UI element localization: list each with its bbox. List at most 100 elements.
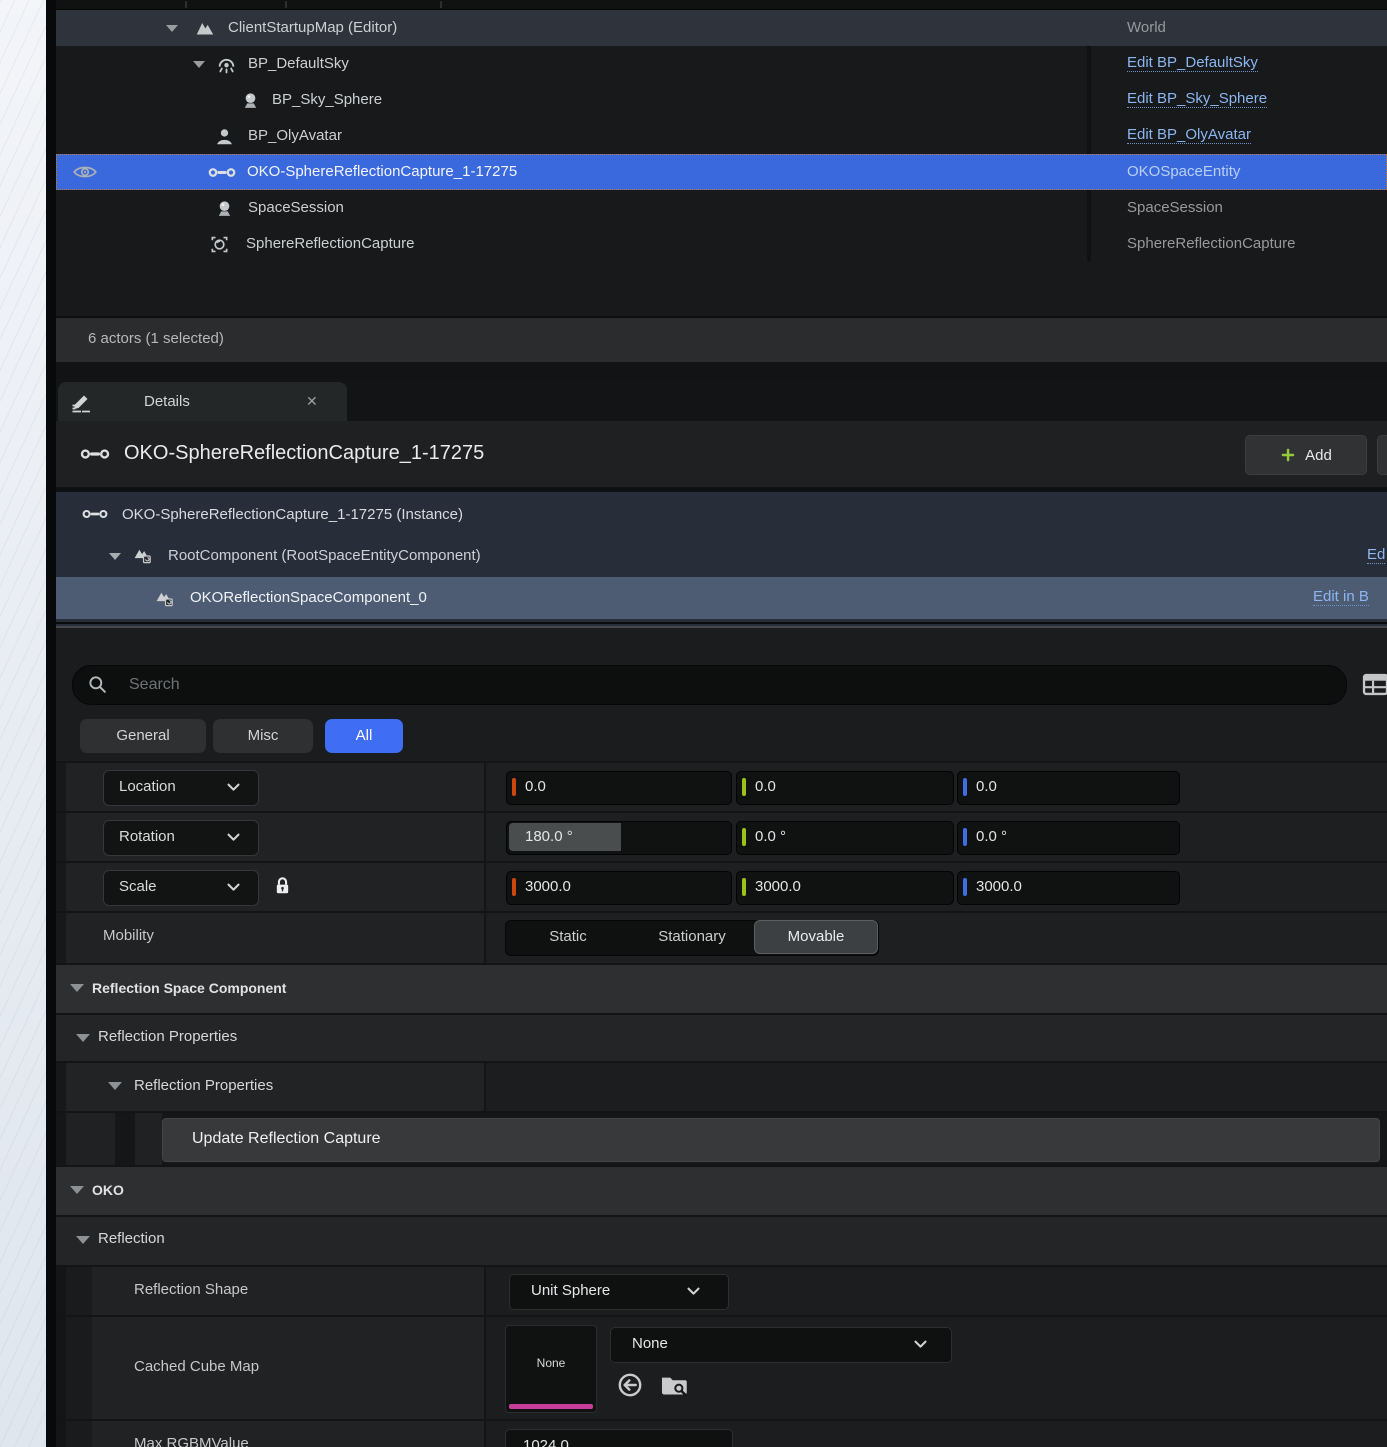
indent-rail — [66, 1267, 92, 1315]
component-icon — [154, 588, 175, 609]
component-row-okoreflectionspacecomponent-selected[interactable]: OKOReflectionSpaceComponent_0 Edit in B — [56, 577, 1387, 619]
column-splitter[interactable] — [484, 1317, 486, 1419]
outliner-row-world[interactable]: ClientStartupMap (Editor) World — [56, 10, 1387, 46]
tab-details[interactable]: Details ✕ — [58, 382, 347, 421]
outliner-row-label: SphereReflectionCapture — [246, 226, 414, 262]
outliner-row-bp-defaultsky[interactable]: BP_DefaultSky Edit BP_DefaultSky — [56, 46, 1387, 82]
outliner-row-label: BP_Sky_Sphere — [272, 82, 382, 118]
section-reflection-space-component[interactable]: Reflection Space Component — [56, 963, 1387, 1013]
browse-icon[interactable] — [660, 1371, 689, 1398]
column-splitter[interactable] — [484, 813, 486, 861]
eye-icon[interactable] — [72, 163, 98, 181]
scale-y-field[interactable]: 3000.0 — [736, 871, 954, 905]
expander-arrow-icon[interactable] — [166, 25, 178, 32]
column-splitter[interactable] — [484, 1421, 486, 1447]
edit-blueprint-link[interactable]: Edit BP_DefaultSky — [1127, 54, 1258, 72]
edit-blueprint-link[interactable]: Edit BP_Sky_Sphere — [1127, 90, 1267, 108]
filter-all-button[interactable]: All — [325, 719, 403, 753]
indent-rail — [56, 1421, 66, 1447]
search-input-container[interactable] — [72, 665, 1347, 705]
rotation-z-field[interactable]: 0.0 ° — [957, 821, 1180, 855]
column-splitter[interactable] — [484, 763, 486, 811]
window-edge — [46, 0, 56, 1447]
outliner-row-bp-olyavatar[interactable]: BP_OlyAvatar Edit BP_OlyAvatar — [56, 118, 1387, 154]
reflection-shape-dropdown[interactable]: Unit Sphere — [509, 1274, 729, 1310]
outliner-row-type: OKOSpaceEntity — [1127, 154, 1240, 190]
scale-z-field[interactable]: 3000.0 — [957, 871, 1180, 905]
cached-cube-map-dropdown[interactable]: None — [610, 1327, 952, 1363]
section-oko[interactable]: OKO — [56, 1165, 1387, 1215]
scale-dropdown-button[interactable]: Scale — [103, 870, 259, 906]
sphere-actor-icon — [214, 198, 235, 219]
level-icon — [194, 18, 216, 40]
section-reflection[interactable]: Reflection — [56, 1215, 1387, 1265]
struct-title: Reflection Properties — [134, 1063, 273, 1109]
search-input[interactable] — [127, 670, 1231, 700]
expander-arrow-icon[interactable] — [70, 1186, 84, 1194]
outliner-row-bp-sky-sphere[interactable]: BP_Sky_Sphere Edit BP_Sky_Sphere — [56, 82, 1387, 118]
grid-view-icon[interactable] — [1362, 672, 1387, 697]
expander-arrow-icon[interactable] — [70, 984, 84, 992]
edit-in-blueprint-link[interactable]: Edit in B — [1313, 588, 1369, 606]
thumbnail-text: None — [506, 1356, 596, 1370]
outliner-row-oko-spherereflectioncapture-selected[interactable]: OKO-SphereReflectionCapture_1-17275 OKOS… — [56, 154, 1387, 190]
scale-row: Scale 3000.0 3000.0 3000.0 — [56, 861, 1387, 911]
component-label: OKOReflectionSpaceComponent_0 — [190, 577, 427, 619]
update-reflection-capture-button[interactable]: Update Reflection Capture — [162, 1118, 1380, 1162]
close-icon[interactable]: ✕ — [306, 382, 318, 421]
column-splitter[interactable] — [484, 1267, 486, 1315]
axis-x-accent — [512, 878, 516, 896]
mobility-movable-option-selected[interactable]: Movable — [754, 920, 878, 954]
editor-panel: ClientStartupMap (Editor) World BP_Defau… — [56, 0, 1387, 1447]
outliner-row-type: World — [1127, 10, 1166, 46]
rotation-y-field[interactable]: 0.0 ° — [736, 821, 954, 855]
use-selected-icon[interactable] — [616, 1371, 644, 1399]
edit-blueprint-link[interactable]: Edit BP_OlyAvatar — [1127, 126, 1251, 144]
outliner-row-spherereflectioncapture[interactable]: SphereReflectionCapture SphereReflection… — [56, 226, 1387, 262]
axis-x-accent — [512, 778, 516, 796]
struct-reflection-properties[interactable]: Reflection Properties — [56, 1061, 1387, 1111]
lock-icon[interactable] — [274, 876, 291, 896]
divider — [56, 622, 1387, 624]
add-button-label: Add — [1305, 447, 1332, 464]
component-row-rootcomponent[interactable]: RootComponent (RootSpaceEntityComponent)… — [56, 535, 1387, 577]
link-icon — [80, 446, 110, 462]
filter-misc-button[interactable]: Misc — [213, 719, 313, 753]
expander-arrow-icon[interactable] — [76, 1034, 90, 1042]
section-reflection-properties[interactable]: Reflection Properties — [56, 1013, 1387, 1061]
expander-arrow-icon[interactable] — [193, 61, 205, 68]
clipped-toolbar-button[interactable] — [1377, 435, 1387, 475]
outliner-row-spacesession[interactable]: SpaceSession SpaceSession — [56, 190, 1387, 226]
indent-rail — [135, 1113, 162, 1165]
mobility-stationary-option[interactable]: Stationary — [630, 921, 754, 953]
component-row-instance[interactable]: OKO-SphereReflectionCapture_1-17275 (Ins… — [56, 495, 1387, 535]
expander-arrow-icon[interactable] — [109, 553, 121, 560]
rotation-x-field[interactable]: 180.0 ° — [506, 821, 732, 855]
component-label: RootComponent (RootSpaceEntityComponent) — [168, 535, 481, 577]
rotation-dropdown-button[interactable]: Rotation — [103, 820, 259, 856]
location-y-value: 0.0 — [755, 772, 776, 802]
location-x-field[interactable]: 0.0 — [506, 771, 732, 805]
indent-rail — [66, 1113, 115, 1165]
column-splitter[interactable] — [484, 1063, 486, 1111]
scale-x-field[interactable]: 3000.0 — [506, 871, 732, 905]
location-y-field[interactable]: 0.0 — [736, 771, 954, 805]
expander-arrow-icon[interactable] — [76, 1236, 90, 1244]
expander-arrow-icon[interactable] — [108, 1082, 122, 1090]
location-dropdown-button[interactable]: Location — [103, 770, 259, 806]
panel-separator — [56, 362, 1387, 378]
add-component-button[interactable]: Add — [1245, 435, 1367, 475]
indent-rail — [66, 1421, 92, 1447]
column-splitter[interactable] — [484, 863, 486, 911]
indent-rail — [56, 1317, 66, 1419]
max-rgbm-field[interactable]: 1024.0 — [505, 1429, 733, 1447]
mobility-static-option[interactable]: Static — [506, 921, 630, 953]
edit-in-blueprint-link[interactable]: Ed — [1367, 546, 1385, 564]
asset-thumbnail[interactable]: None — [505, 1325, 597, 1413]
column-splitter[interactable] — [484, 913, 486, 963]
indent-rail — [56, 763, 66, 811]
update-button-label: Update Reflection Capture — [192, 1119, 381, 1159]
location-z-field[interactable]: 0.0 — [957, 771, 1180, 805]
axis-z-accent — [963, 878, 967, 896]
filter-general-button[interactable]: General — [80, 719, 206, 753]
